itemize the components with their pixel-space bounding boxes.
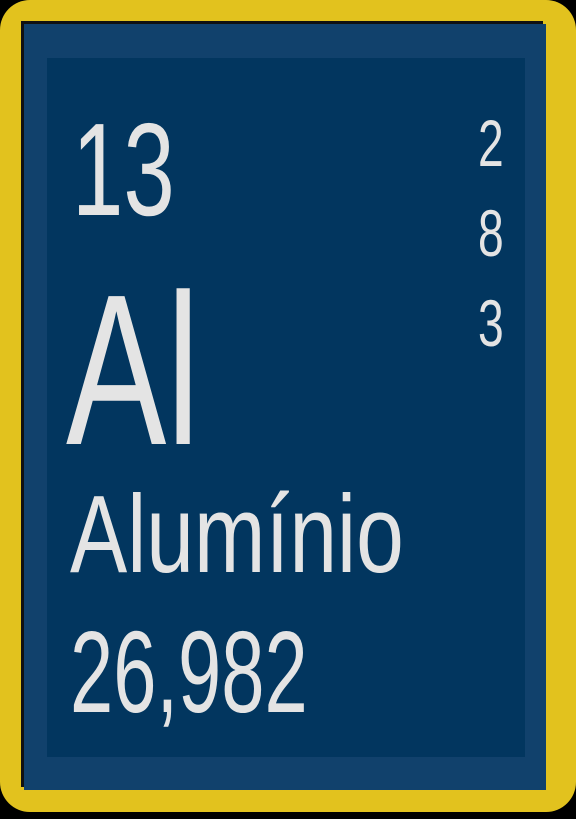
atomic-mass: 26,982	[70, 607, 308, 737]
electron-shell-2: 8	[478, 196, 504, 270]
atomic-number: 13	[72, 96, 175, 243]
electron-shell-1: 2	[478, 106, 504, 180]
element-name: Alumínio	[70, 473, 404, 596]
element-symbol: Al	[66, 249, 200, 490]
electron-shell-3: 3	[478, 286, 504, 360]
